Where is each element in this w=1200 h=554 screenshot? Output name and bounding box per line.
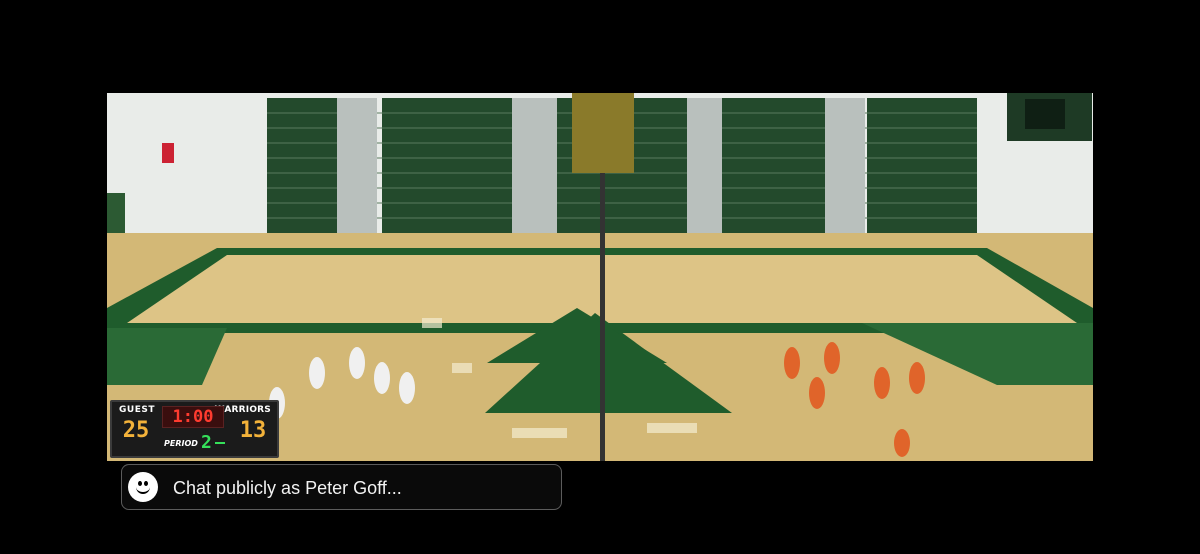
game-clock: 1:00 <box>162 406 224 428</box>
guest-score: 25 <box>122 418 150 443</box>
guest-label: GUEST <box>119 405 155 415</box>
period-number: 2 <box>201 432 212 453</box>
game-scoreboard: GUEST WARRIORS 25 1:00 13 PERIOD 2 <box>110 400 279 458</box>
video-player[interactable]: GUEST WARRIORS 25 1:00 13 PERIOD 2 <box>107 93 1093 461</box>
period-dash <box>215 442 225 444</box>
home-score: 13 <box>239 418 267 443</box>
chat-input[interactable]: Chat publicly as Peter Goff... <box>121 464 562 510</box>
chat-placeholder: Chat publicly as Peter Goff... <box>173 478 402 498</box>
smiley-face-icon[interactable] <box>128 472 158 502</box>
period-label: PERIOD <box>164 439 198 448</box>
